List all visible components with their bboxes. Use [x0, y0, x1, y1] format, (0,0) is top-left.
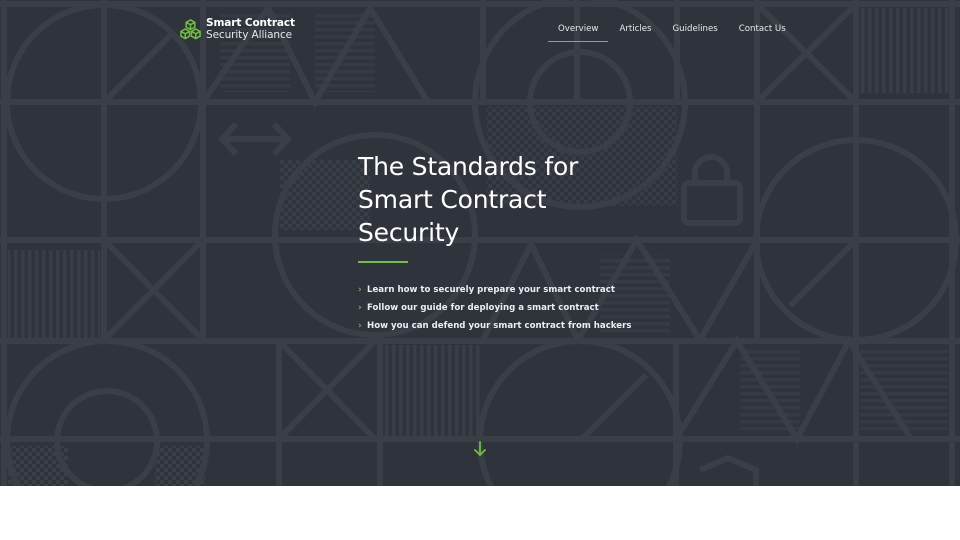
- nav-item-guidelines[interactable]: Guidelines: [663, 19, 728, 42]
- title-underline-divider: [358, 261, 408, 263]
- below-hero-section: [0, 486, 960, 540]
- page-title: The Standards for Smart Contract Securit…: [358, 150, 678, 249]
- feature-text: How you can defend your smart contract f…: [367, 321, 632, 331]
- brand-name-line1: Smart Contract: [206, 17, 295, 29]
- brand-name-line2: Security Alliance: [206, 29, 293, 41]
- arrow-down-icon[interactable]: [472, 440, 488, 458]
- brand-logo-link[interactable]: Smart Contract Security Alliance: [180, 17, 295, 41]
- feature-text: Learn how to securely prepare your smart…: [367, 285, 615, 295]
- feature-text: Follow our guide for deploying a smart c…: [367, 303, 599, 313]
- chevron-right-icon: ›: [358, 321, 362, 331]
- hero-section: Smart Contract Security Alliance Overvie…: [0, 0, 960, 486]
- nav-item-articles[interactable]: Articles: [609, 19, 661, 42]
- hero-content: The Standards for Smart Contract Securit…: [358, 150, 678, 335]
- title-line-3: Security: [358, 218, 460, 247]
- feature-list-item: › How you can defend your smart contract…: [358, 317, 678, 335]
- site-header: Smart Contract Security Alliance Overvie…: [0, 0, 960, 60]
- feature-list-item: › Learn how to securely prepare your sma…: [358, 281, 678, 299]
- nav-item-contact-us[interactable]: Contact Us: [729, 19, 796, 42]
- title-line-1: The Standards for: [358, 152, 579, 181]
- feature-list: › Learn how to securely prepare your sma…: [358, 281, 678, 335]
- chevron-right-icon: ›: [358, 303, 362, 313]
- cubes-logo-icon: [180, 18, 201, 39]
- chevron-right-icon: ›: [358, 285, 362, 295]
- feature-list-item: › Follow our guide for deploying a smart…: [358, 299, 678, 317]
- title-line-2: Smart Contract: [358, 185, 547, 214]
- nav-item-overview[interactable]: Overview: [548, 19, 609, 42]
- brand-name: Smart Contract Security Alliance: [206, 17, 295, 41]
- main-nav: Overview Articles Guidelines Contact Us: [548, 19, 797, 42]
